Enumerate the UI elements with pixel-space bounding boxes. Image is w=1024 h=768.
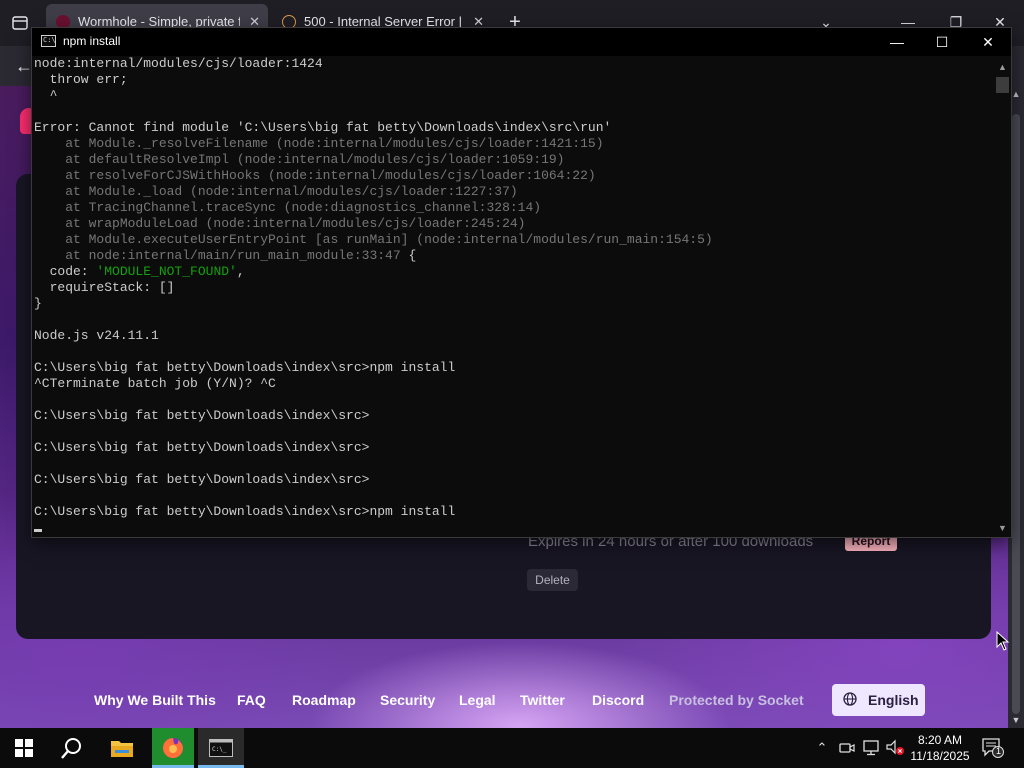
network-icon[interactable] [862,740,880,756]
console-line: Error: Cannot find module 'C:\Users\big … [34,120,612,135]
language-label: English [868,692,919,708]
show-hidden-icons-chevron-up-icon[interactable]: ⌃ [814,738,830,758]
console-line: ^CTerminate batch job (Y/N)? ^C [34,376,276,391]
footer-link-twitter[interactable]: Twitter [520,692,565,708]
maximize-icon[interactable]: ☐ [919,28,965,56]
globe-icon [843,692,857,706]
command-prompt-taskbar-button[interactable]: C:\_ [198,728,244,768]
console-line: at Module.executeUserEntryPoint [as runM… [34,232,713,247]
svg-text:C:\_: C:\_ [212,746,227,753]
nuxt-favicon [282,15,296,29]
notification-count: 1 [995,746,1001,756]
scroll-down-icon[interactable]: ▼ [994,521,1011,535]
console-line: at TracingChannel.traceSync (node:diagno… [34,200,542,215]
console-line: ^ [34,88,58,103]
firefox-icon [163,738,183,758]
list-all-tabs-icon[interactable] [9,12,31,34]
text-cursor [34,529,42,532]
console-line: requireStack: [] [34,280,175,295]
clock-date: 11/18/2025 [910,749,970,763]
command-prompt-window[interactable]: C:\ npm install — ☐ ✕ node:internal/modu… [32,28,1011,537]
footer-link-faq[interactable]: FAQ [237,692,266,708]
console-output[interactable]: node:internal/modules/cjs/loader:1424 th… [34,56,994,537]
footer-link-discord[interactable]: Discord [592,692,644,708]
console-line: C:\Users\big fat betty\Downloads\index\s… [34,408,370,423]
console-title: npm install [63,34,121,48]
wormhole-favicon [56,15,70,29]
console-line: C:\Users\big fat betty\Downloads\index\s… [34,360,456,375]
console-line: throw err; [34,72,128,87]
console-title-bar[interactable]: C:\ npm install — ☐ ✕ [32,28,1011,56]
console-line: node:internal/modules/cjs/loader:1424 [34,56,323,71]
command-prompt-icon: C:\ [41,35,56,47]
scrollbar-thumb[interactable] [1012,114,1020,714]
footer-link-roadmap[interactable]: Roadmap [292,692,356,708]
console-line: code: 'MODULE_NOT_FOUND', [34,264,245,279]
console-line: at Module._load (node:internal/modules/c… [34,184,518,199]
footer-link-socket[interactable]: Protected by Socket [669,692,804,708]
clock-time: 8:20 AM [917,733,963,747]
system-clock[interactable]: 8:20 AM 11/18/2025 [906,732,974,764]
language-button[interactable]: English [832,684,925,716]
console-line: at defaultResolveImpl (node:internal/mod… [34,152,565,167]
close-icon[interactable]: ✕ [965,28,1011,56]
console-scrollbar[interactable]: ▲ ▼ [994,56,1011,537]
volume-muted-icon[interactable] [885,739,905,757]
firefox-taskbar-button[interactable] [152,728,194,768]
search-button[interactable] [48,728,96,768]
footer-link-legal[interactable]: Legal [459,692,496,708]
console-line: } [34,296,42,311]
console-line: at resolveForCJSWithHooks (node:internal… [34,168,596,183]
minimize-icon[interactable]: — [874,28,920,56]
search-icon [61,738,81,759]
console-line: at node:internal/main/run_main_module:33… [34,248,417,263]
delete-button[interactable]: Delete [527,569,578,591]
scrollbar-thumb[interactable] [996,77,1009,93]
meet-now-icon[interactable] [839,740,855,756]
scroll-up-icon[interactable]: ▲ [994,60,1011,74]
console-line: Node.js v24.11.1 [34,328,159,343]
console-line: at wrapModuleLoad (node:internal/modules… [34,216,526,231]
command-prompt-icon: C:\_ [209,739,233,757]
module-not-found-code: 'MODULE_NOT_FOUND' [96,264,237,279]
console-line: C:\Users\big fat betty\Downloads\index\s… [34,472,370,487]
file-explorer-button[interactable] [98,728,146,768]
console-line: at Module._resolveFilename (node:interna… [34,136,604,151]
scroll-down-icon[interactable]: ▼ [1008,712,1024,728]
start-button[interactable] [0,728,48,768]
windows-logo-icon [15,739,33,757]
footer-link-why[interactable]: Why We Built This [94,692,216,708]
console-line: C:\Users\big fat betty\Downloads\index\s… [34,504,456,519]
folder-icon [111,741,133,757]
mouse-pointer-icon [996,631,1010,651]
windows-taskbar: C:\_ ⌃ 8:20 AM 11/18/2025 1 [0,728,1024,768]
action-center-button[interactable]: 1 [982,738,1004,758]
console-line [34,520,994,536]
console-line: C:\Users\big fat betty\Downloads\index\s… [34,440,370,455]
footer-link-security[interactable]: Security [380,692,435,708]
